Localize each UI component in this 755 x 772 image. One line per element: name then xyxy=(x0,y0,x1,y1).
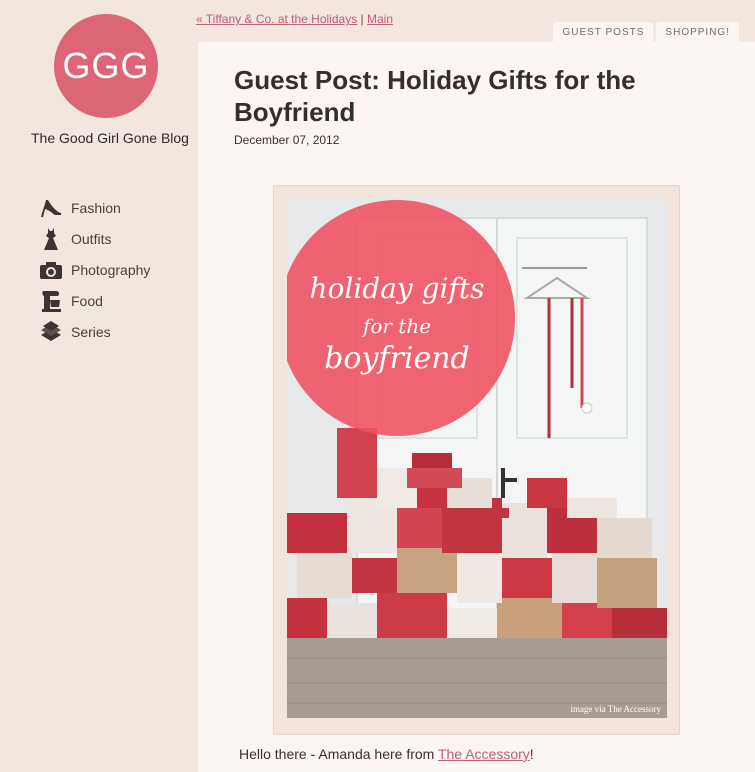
logo-text: GGG xyxy=(62,45,150,86)
nav-item-photography[interactable]: Photography xyxy=(38,254,150,285)
main-link[interactable]: Main xyxy=(367,12,393,26)
blog-name[interactable]: The Good Girl Gone Blog xyxy=(30,130,190,147)
post-intro: Hello there - Amanda here from The Acces… xyxy=(239,746,534,762)
nav-label: Fashion xyxy=(71,199,121,216)
post-date: December 07, 2012 xyxy=(234,133,340,147)
camera-icon xyxy=(38,258,64,282)
stand-mixer-icon xyxy=(38,289,64,313)
nav-label: Food xyxy=(71,292,103,309)
post-panel: Guest Post: Holiday Gifts for the Boyfri… xyxy=(198,42,755,772)
sidebar: GGG The Good Girl Gone Blog Fashion Outf… xyxy=(0,0,198,772)
image-line-3: boyfriend xyxy=(324,341,470,376)
nav-item-series[interactable]: Series xyxy=(38,316,150,347)
books-icon xyxy=(38,320,64,344)
previous-post-link[interactable]: « Tiffany & Co. at the Holidays xyxy=(196,12,357,26)
nav-label: Outfits xyxy=(71,230,112,247)
the-accessory-link[interactable]: The Accessory xyxy=(438,746,530,762)
post-title[interactable]: Guest Post: Holiday Gifts for the Boyfri… xyxy=(234,64,714,128)
nav-item-fashion[interactable]: Fashion xyxy=(38,192,150,223)
tab-shopping[interactable]: SHOPPING! xyxy=(656,22,739,42)
intro-text: Hello there - Amanda here from xyxy=(239,746,438,762)
dress-icon xyxy=(38,227,64,251)
intro-suffix: ! xyxy=(529,746,534,762)
nav-item-food[interactable]: Food xyxy=(38,285,150,316)
image-line-1: holiday gifts xyxy=(310,272,485,305)
nav-label: Series xyxy=(71,323,111,340)
post-navigation: « Tiffany & Co. at the Holidays | Main xyxy=(196,12,393,26)
post-image[interactable]: holiday gifts for the boyfriend image vi… xyxy=(287,198,667,718)
image-line-2: for the xyxy=(361,314,431,338)
image-credit: image via The Accessory xyxy=(570,704,661,714)
holiday-gifts-photo: holiday gifts for the boyfriend xyxy=(287,198,667,718)
logo[interactable]: GGG xyxy=(54,14,158,118)
post-image-frame: holiday gifts for the boyfriend image vi… xyxy=(273,185,680,735)
link-separator: | xyxy=(360,12,364,26)
nav-item-outfits[interactable]: Outfits xyxy=(38,223,150,254)
tab-guest-posts[interactable]: GUEST POSTS xyxy=(553,22,654,42)
high-heel-icon xyxy=(38,196,64,220)
top-tabs: GUEST POSTS SHOPPING! xyxy=(553,22,739,42)
nav-label: Photography xyxy=(71,261,151,278)
category-nav: Fashion Outfits Photography Food Series xyxy=(38,192,150,347)
